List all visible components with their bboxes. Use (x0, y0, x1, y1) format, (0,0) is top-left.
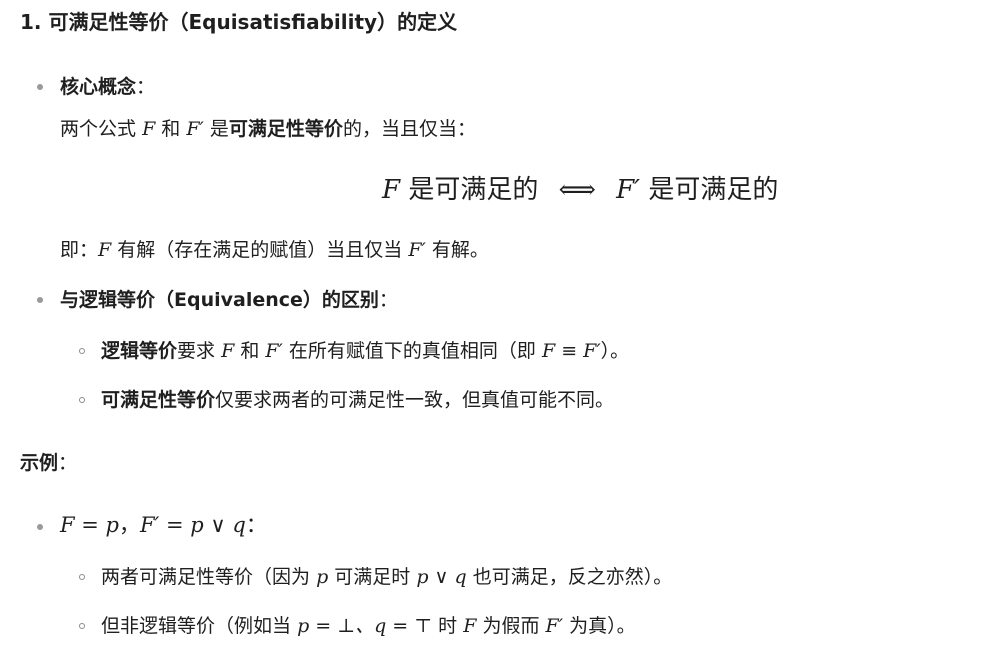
term-equisat: 可满足性等价 (101, 389, 216, 411)
math-F: F (382, 175, 401, 205)
core-explanation-line: 即：F 有解（存在满足的赋值）当且仅当 F′ 有解。 (60, 236, 489, 264)
text: 和 (240, 340, 260, 362)
text: 但非逻辑等价（例如当 (101, 615, 292, 637)
text: 即： (60, 239, 99, 261)
text: 仅要求两者的可满足性一致，但真值可能不同。 (215, 389, 615, 411)
core-concept-title: 核心概念 (60, 76, 137, 98)
sub-bullet-ring (79, 397, 85, 403)
term-logical-equiv: 逻辑等价 (101, 340, 178, 362)
section-heading: 1. 可满足性等价（Equisatisfiability）的定义 (20, 10, 458, 34)
text: 时 (438, 615, 458, 637)
math-F-prime: F′ (186, 118, 204, 140)
text: 在所有赋值下的真值相同（即 (288, 340, 536, 362)
equisat-item: 可满足性等价仅要求两者的可满足性一致，但真值可能不同。 (101, 386, 614, 414)
text: 为假而 (482, 615, 540, 637)
math-equiv: F ≡ F′ (541, 340, 601, 362)
math-p-or-q: p ∨ q (416, 566, 467, 588)
math-F-prime: F′ (408, 239, 426, 261)
text: 有解。 (431, 239, 489, 261)
example-heading: 示例： (20, 449, 77, 477)
math-assignment: p = ⊥、q = ⊤ (297, 615, 433, 637)
text: 两者可满足性等价（因为 (101, 566, 311, 588)
text: 为真）。 (569, 615, 636, 637)
sub-bullet-ring (79, 623, 85, 629)
sub-bullet-ring (79, 574, 85, 580)
text: 两个公式 (60, 118, 137, 140)
math-F-prime: F′ (616, 175, 641, 205)
math-F-prime: F′ (545, 615, 564, 637)
text: 有解（存在满足的赋值）当且仅当 (117, 239, 403, 261)
text: 和 (161, 118, 181, 140)
difference-title: 与逻辑等价（Equivalence）的区别 (60, 289, 379, 311)
bullet-dot (37, 524, 43, 530)
core-definition-line: 两个公式 F 和 F′ 是可满足性等价的，当且仅当： (60, 115, 476, 143)
colon: ： (378, 289, 398, 311)
math-F-prime: F′ (265, 340, 283, 362)
colon: ： (58, 452, 78, 474)
text: ）。 (600, 340, 630, 362)
text: 是可满足的 (648, 175, 779, 205)
text: 的，当且仅当： (342, 118, 476, 140)
logical-equivalence-item: 逻辑等价要求 F 和 F′ 在所有赋值下的真值相同（即 F ≡ F′）。 (101, 337, 629, 365)
bullet-dot (37, 84, 43, 90)
math-F: F (221, 340, 235, 362)
difference-label: 与逻辑等价（Equivalence）的区别： (60, 286, 398, 314)
colon: ： (245, 513, 267, 537)
text: 可满足时 (334, 566, 411, 588)
colon: ： (136, 76, 156, 98)
core-concept-label: 核心概念： (60, 73, 155, 101)
example-item-equisat: 两者可满足性等价（因为 p 可满足时 p ∨ q 也可满足，反之亦然）。 (101, 563, 672, 591)
math-F-eq-p: F = p (60, 513, 119, 537)
example-title: 示例 (20, 452, 59, 474)
example-item-not-equiv: 但非逻辑等价（例如当 p = ⊥、q = ⊤ 时 F 为假而 F′ 为真）。 (101, 612, 636, 640)
iff-symbol: ⟺ (558, 175, 596, 205)
math-F: F (142, 118, 156, 140)
text: 要求 (177, 340, 216, 362)
example-formula-line: F = p，F′ = p ∨ q： (60, 511, 267, 539)
display-equation: F 是可满足的 ⟺ F′ 是可满足的 (382, 173, 778, 207)
math-F: F (463, 615, 477, 637)
text: ， (118, 513, 140, 537)
math-F: F (98, 239, 112, 261)
sub-bullet-ring (79, 348, 85, 354)
text: 是 (209, 118, 229, 140)
term-equisat: 可满足性等价 (228, 118, 343, 140)
text: 是可满足的 (408, 175, 539, 205)
bullet-dot (37, 297, 43, 303)
math-p: p (316, 566, 329, 588)
text: 也可满足，反之亦然）。 (472, 566, 673, 588)
math-Fp-eq-p-or-q: F′ = p ∨ q (139, 513, 246, 537)
